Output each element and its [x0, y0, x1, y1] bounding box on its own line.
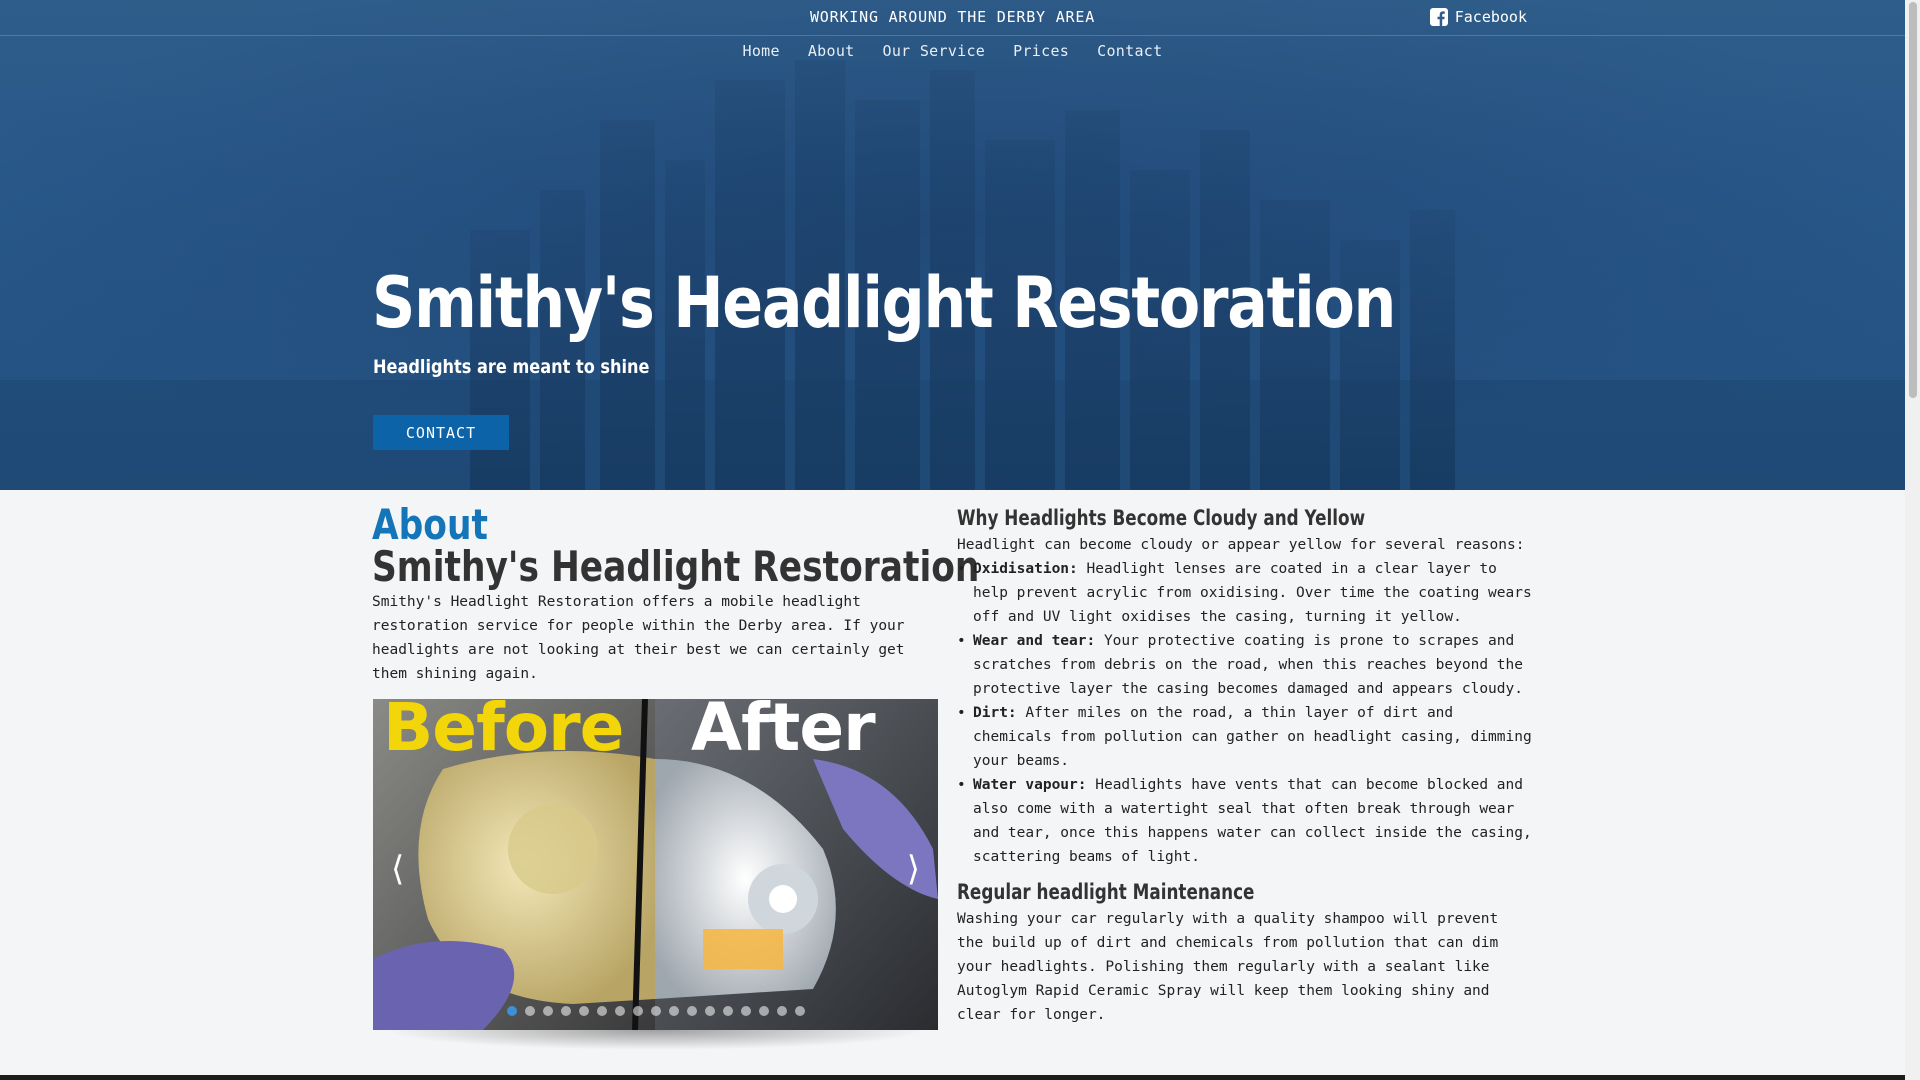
scrollbar-thumb[interactable]: [1909, 2, 1917, 398]
why-heading: Why Headlights Become Cloudy and Yellow: [957, 506, 1366, 530]
slider-dot[interactable]: [686, 1006, 697, 1016]
hero-section: WORKING AROUND THE DERBY AREA Facebook H…: [0, 0, 1905, 490]
main-nav: Home About Our Service Prices Contact: [0, 42, 1905, 60]
slider-dot[interactable]: [632, 1006, 643, 1016]
chevron-left-icon: ⟨: [391, 849, 405, 889]
slider-dot[interactable]: [650, 1006, 661, 1016]
hero-title: Smithy's Headlight Restoration: [372, 262, 1396, 344]
nav-item-home[interactable]: Home: [743, 42, 780, 60]
slider-dot[interactable]: [668, 1006, 679, 1016]
page-scrollbar[interactable]: [1905, 0, 1920, 1080]
footer-edge: [0, 1075, 1905, 1080]
maintenance-heading: Regular headlight Maintenance: [957, 880, 1255, 904]
why-intro: Headlight can become cloudy or appear ye…: [957, 537, 1525, 553]
maintenance-text: Washing your car regularly with a qualit…: [957, 911, 1499, 1023]
slider-dot[interactable]: [542, 1006, 553, 1016]
slider-dots: [373, 1006, 938, 1016]
slider-dot[interactable]: [740, 1006, 751, 1016]
nav-item-prices[interactable]: Prices: [1013, 42, 1069, 60]
list-item: • Dirt: After miles on the road, a thin l…: [957, 705, 1532, 769]
slider-dot[interactable]: [524, 1006, 535, 1016]
about-subheading: Smithy's Headlight Restoration: [372, 542, 980, 591]
slider-prev-button[interactable]: ⟨: [391, 849, 404, 889]
city-skyline-background: [0, 0, 1905, 490]
list-item: • Oxidisation: Headlight lenses are coate…: [957, 561, 1532, 625]
slider-dot[interactable]: [758, 1006, 769, 1016]
slider-dot[interactable]: [614, 1006, 625, 1016]
top-announcement-bar: WORKING AROUND THE DERBY AREA Facebook: [0, 0, 1905, 36]
hero-subtitle: Headlights are meant to shine: [373, 356, 650, 378]
slider-dot[interactable]: [578, 1006, 589, 1016]
announcement-text: WORKING AROUND THE DERBY AREA: [809, 8, 1096, 26]
slider-dot[interactable]: [704, 1006, 715, 1016]
after-label: After: [691, 699, 876, 766]
nav-item-contact[interactable]: Contact: [1097, 42, 1162, 60]
slider-dot[interactable]: [560, 1006, 571, 1016]
before-after-slider[interactable]: Before After ⟨ ⟩: [373, 699, 938, 1030]
slider-dot[interactable]: [776, 1006, 787, 1016]
facebook-label: Facebook: [1454, 8, 1527, 26]
contact-button[interactable]: CONTACT: [373, 415, 509, 450]
slider-dot[interactable]: [722, 1006, 733, 1016]
nav-item-about[interactable]: About: [808, 42, 855, 60]
chevron-right-icon: ⟩: [906, 849, 920, 889]
reasons-list: • Oxidisation: Headlight lenses are coate…: [957, 557, 1532, 869]
slider-shadow: [383, 1030, 928, 1050]
nav-item-our-service[interactable]: Our Service: [883, 42, 986, 60]
facebook-link[interactable]: Facebook: [1429, 8, 1527, 26]
slider-dot[interactable]: [596, 1006, 607, 1016]
list-item: • Water vapour: Headlights have vents tha…: [957, 777, 1532, 865]
about-text: Smithy's Headlight Restoration offers a …: [372, 594, 905, 682]
info-column: Why Headlights Become Cloudy and Yellow …: [957, 503, 1532, 1027]
slider-dot[interactable]: [506, 1006, 517, 1016]
slider-dot[interactable]: [794, 1006, 805, 1016]
slider-next-button[interactable]: ⟩: [907, 849, 920, 889]
list-item: • Wear and tear: Your protective coating …: [957, 633, 1523, 697]
before-label: Before: [383, 699, 624, 766]
facebook-icon: [1429, 8, 1448, 26]
